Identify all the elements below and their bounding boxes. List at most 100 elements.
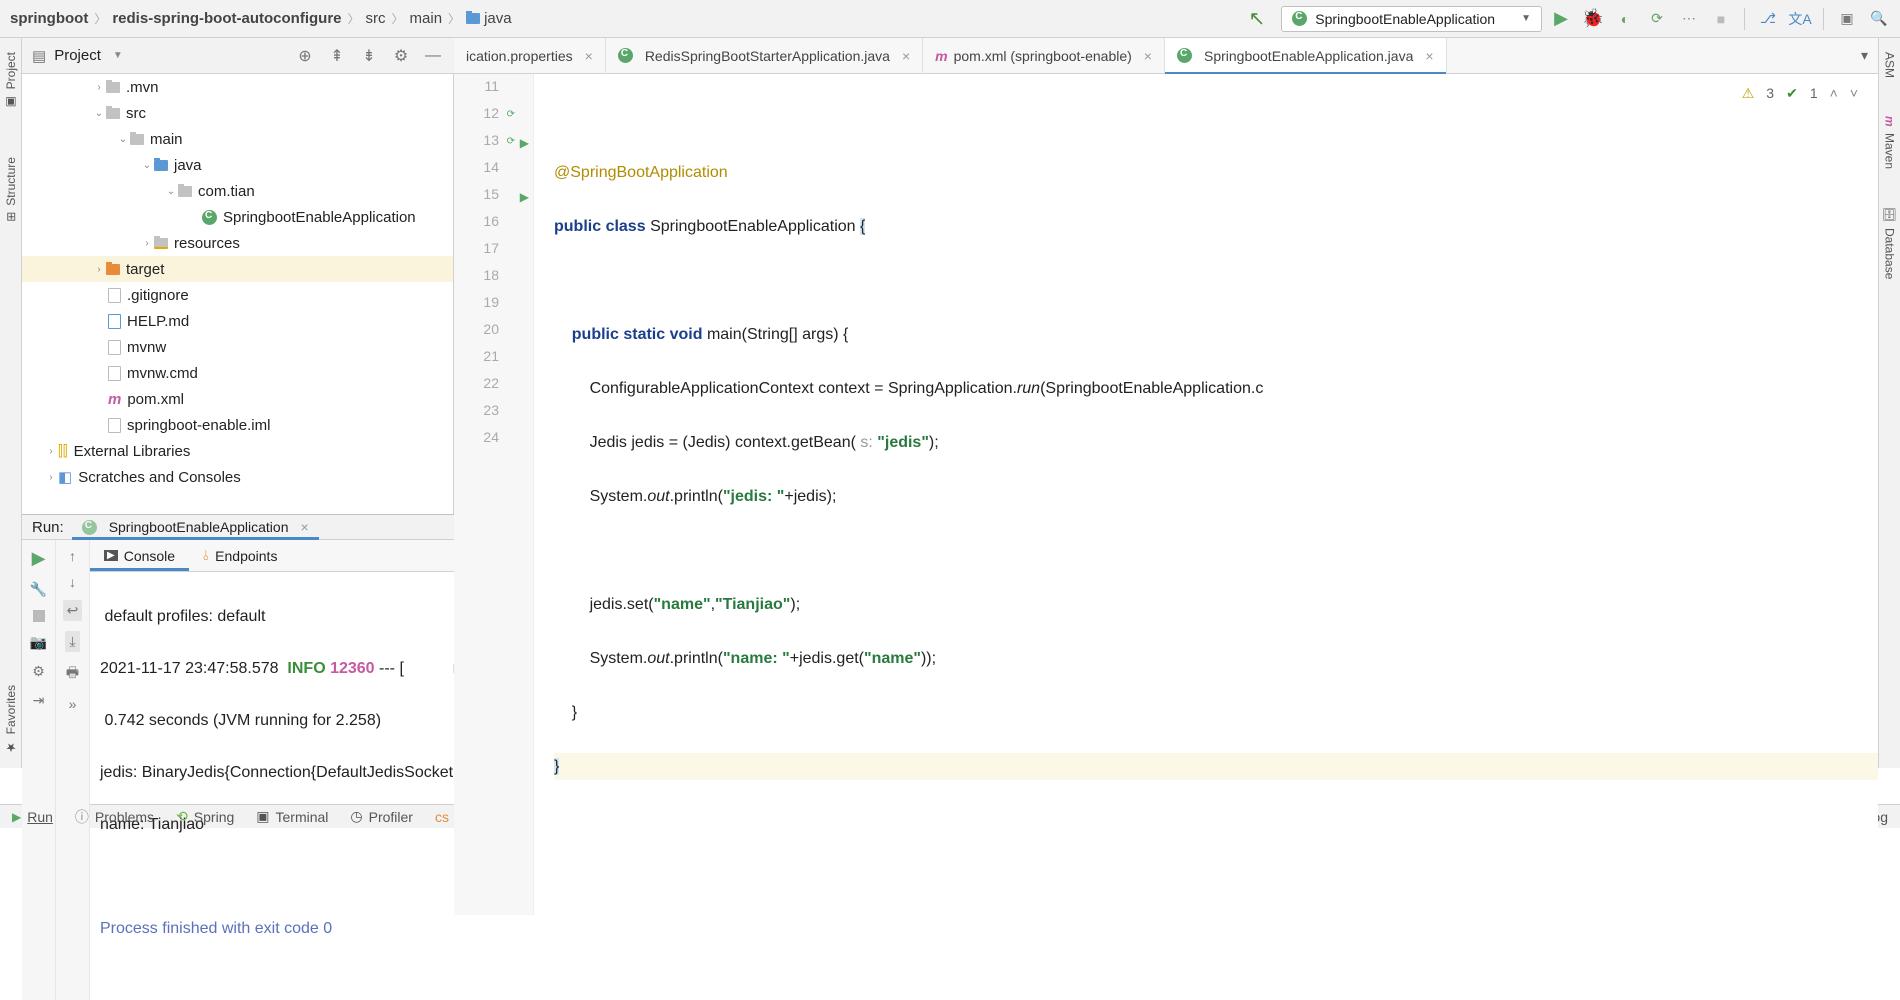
tab-endpoints[interactable]: ⫰Endpoints [189, 541, 291, 570]
tab-maven[interactable]: mMaven [1883, 112, 1897, 173]
tree-main[interactable]: main [150, 131, 183, 148]
soft-wrap-icon[interactable]: ↩ [63, 600, 83, 621]
tree-iml[interactable]: springboot-enable.iml [127, 417, 270, 434]
collapse-icon[interactable]: ⌄ [92, 108, 106, 119]
actuator-icon[interactable]: ⚙ [32, 663, 45, 680]
tree-help[interactable]: HELP.md [127, 313, 189, 330]
select-opened-icon[interactable]: ⊕ [294, 45, 316, 67]
up-icon[interactable]: ↑ [69, 548, 76, 564]
expand-icon[interactable]: › [44, 446, 58, 457]
tab-redis-starter[interactable]: RedisSpringBootStarterApplication.java× [606, 38, 923, 74]
down-icon[interactable]: ˅ [1850, 80, 1858, 107]
up-icon[interactable]: ˄ [1830, 80, 1838, 107]
tree-pkg[interactable]: com.tian [198, 183, 255, 200]
tree-mvnw[interactable]: mvnw [127, 339, 166, 356]
run-config-selector[interactable]: SpringbootEnableApplication ▼ [1281, 6, 1542, 32]
stop-button[interactable]: ■ [1708, 6, 1734, 32]
check-icon: ✔ [1786, 80, 1798, 107]
run-config-tab[interactable]: SpringbootEnableApplication × [72, 515, 319, 539]
tree-scratch[interactable]: Scratches and Consoles [78, 469, 241, 486]
inspection-indicator[interactable]: ⚠3 ✔1 ˄ ˅ [1742, 80, 1858, 107]
print-icon[interactable]: 🖶 [66, 662, 79, 686]
debug-button[interactable]: 🐞 [1580, 6, 1606, 32]
crumb-java[interactable]: java [466, 10, 512, 27]
collapse-icon[interactable]: ⌄ [164, 186, 178, 197]
run-label: Run: [32, 519, 64, 536]
close-icon[interactable]: × [902, 48, 910, 64]
editor-body[interactable]: 11 12⟳ 13⟳▶ 14 15▶ 16 17 18 19 20 21 22 … [454, 74, 1878, 915]
tab-properties[interactable]: ication.properties× [454, 38, 606, 74]
close-icon[interactable]: × [1425, 48, 1433, 64]
exit-icon[interactable]: ⇥ [33, 692, 45, 709]
expand-icon[interactable]: › [44, 472, 58, 483]
tabs-dropdown-icon[interactable]: ▾ [1851, 47, 1878, 64]
tree-mvnwcmd[interactable]: mvnw.cmd [127, 365, 198, 382]
close-icon[interactable]: × [1144, 48, 1152, 64]
tab-enable-app[interactable]: SpringbootEnableApplication.java× [1165, 38, 1447, 74]
run-gutter-icon[interactable]: ⟳ [507, 109, 515, 120]
tab-favorites[interactable]: ★Favorites [4, 681, 18, 758]
hide-icon[interactable]: — [422, 45, 444, 67]
tree-target[interactable]: target [126, 261, 164, 278]
tree-gitignore[interactable]: .gitignore [127, 287, 189, 304]
crumb-module[interactable]: redis-spring-boot-autoconfigure [112, 10, 341, 27]
collapse-all-icon[interactable]: ⇟ [358, 45, 380, 67]
expand-icon[interactable]: › [92, 264, 106, 275]
editor-tabs: ication.properties× RedisSpringBootStart… [454, 38, 1878, 74]
crumb-root[interactable]: springboot [10, 10, 88, 27]
tab-structure[interactable]: ⊞Structure [4, 153, 18, 226]
tab-problems[interactable]: ⓘProblems [75, 807, 154, 827]
tree-java[interactable]: java [174, 157, 202, 174]
tab-database[interactable]: 🗄Database [1883, 203, 1897, 284]
tree-resources[interactable]: resources [174, 235, 240, 252]
tree-mvn[interactable]: .mvn [126, 79, 159, 96]
collapse-icon[interactable]: ⌄ [140, 160, 154, 171]
close-icon[interactable]: × [301, 519, 309, 535]
tree-class[interactable]: SpringbootEnableApplication [223, 209, 416, 226]
down-icon[interactable]: ↓ [69, 574, 76, 590]
translate-icon[interactable]: 文A [1787, 6, 1813, 32]
run-gutter-icon[interactable]: ▶ [520, 136, 529, 150]
more-actions-icon[interactable]: ⋯ [1676, 6, 1702, 32]
tree-ext[interactable]: External Libraries [74, 443, 191, 460]
scroll-end-icon[interactable]: ⤓ [65, 631, 79, 652]
breadcrumb[interactable]: springboot 〉 redis-spring-boot-autoconfi… [0, 10, 512, 27]
close-icon[interactable]: × [585, 48, 593, 64]
tab-console[interactable]: ▶Console [90, 542, 189, 570]
settings-icon[interactable]: ⚙ [390, 45, 412, 67]
tree-pom[interactable]: pom.xml [127, 391, 184, 408]
code-area[interactable]: ⚠3 ✔1 ˄ ˅ @SpringBootApplication public … [534, 74, 1878, 915]
tree-src[interactable]: src [126, 105, 146, 122]
profile-button[interactable]: ⟳ [1644, 6, 1670, 32]
back-arrow-icon[interactable]: ↖ [1239, 6, 1276, 31]
rerun-icon[interactable]: ▶ [32, 548, 46, 569]
tab-spring[interactable]: ⟲Spring [176, 808, 234, 825]
coverage-button[interactable]: ◐ [1612, 6, 1638, 32]
search-icon[interactable]: 🔍 [1866, 6, 1892, 32]
tab-pom[interactable]: mpom.xml (springboot-enable)× [923, 38, 1165, 74]
tab-project[interactable]: ▣Project [4, 48, 18, 113]
stop-icon[interactable] [33, 610, 45, 622]
tab-asm[interactable]: ASM [1883, 48, 1897, 82]
run-button[interactable]: ▶ [1548, 6, 1574, 32]
library-icon: ⫿⫿ [58, 443, 68, 460]
tab-terminal[interactable]: ▣Terminal [256, 808, 328, 825]
line-gutter[interactable]: 11 12⟳ 13⟳▶ 14 15▶ 16 17 18 19 20 21 22 … [454, 74, 534, 915]
crumb-main[interactable]: main [410, 10, 443, 27]
project-tree[interactable]: › .mvn ⌄ src ⌄ main ⌄ java ⌄ com.tian Springb… [22, 74, 454, 514]
expand-icon[interactable]: › [140, 238, 154, 249]
tab-profiler[interactable]: ◷Profiler [350, 808, 413, 825]
run-gutter-icon[interactable]: ⟳ [507, 136, 515, 147]
git-icon[interactable]: ⎇ [1755, 6, 1781, 32]
crumb-src[interactable]: src [366, 10, 386, 27]
run-gutter-icon[interactable]: ▶ [520, 190, 529, 204]
tab-run-bottom[interactable]: ▶Run [12, 809, 53, 825]
expand-icon[interactable]: › [92, 82, 106, 93]
collapse-icon[interactable]: ⌄ [116, 134, 130, 145]
project-panel-title[interactable]: ▤ Project ▼ [32, 47, 123, 65]
camera-icon[interactable]: 📷 [30, 634, 47, 651]
layout-icon[interactable]: ▣ [1834, 6, 1860, 32]
wrench-icon[interactable]: 🔧 [30, 581, 47, 598]
more-icon[interactable]: » [69, 696, 77, 712]
expand-all-icon[interactable]: ⇞ [326, 45, 348, 67]
